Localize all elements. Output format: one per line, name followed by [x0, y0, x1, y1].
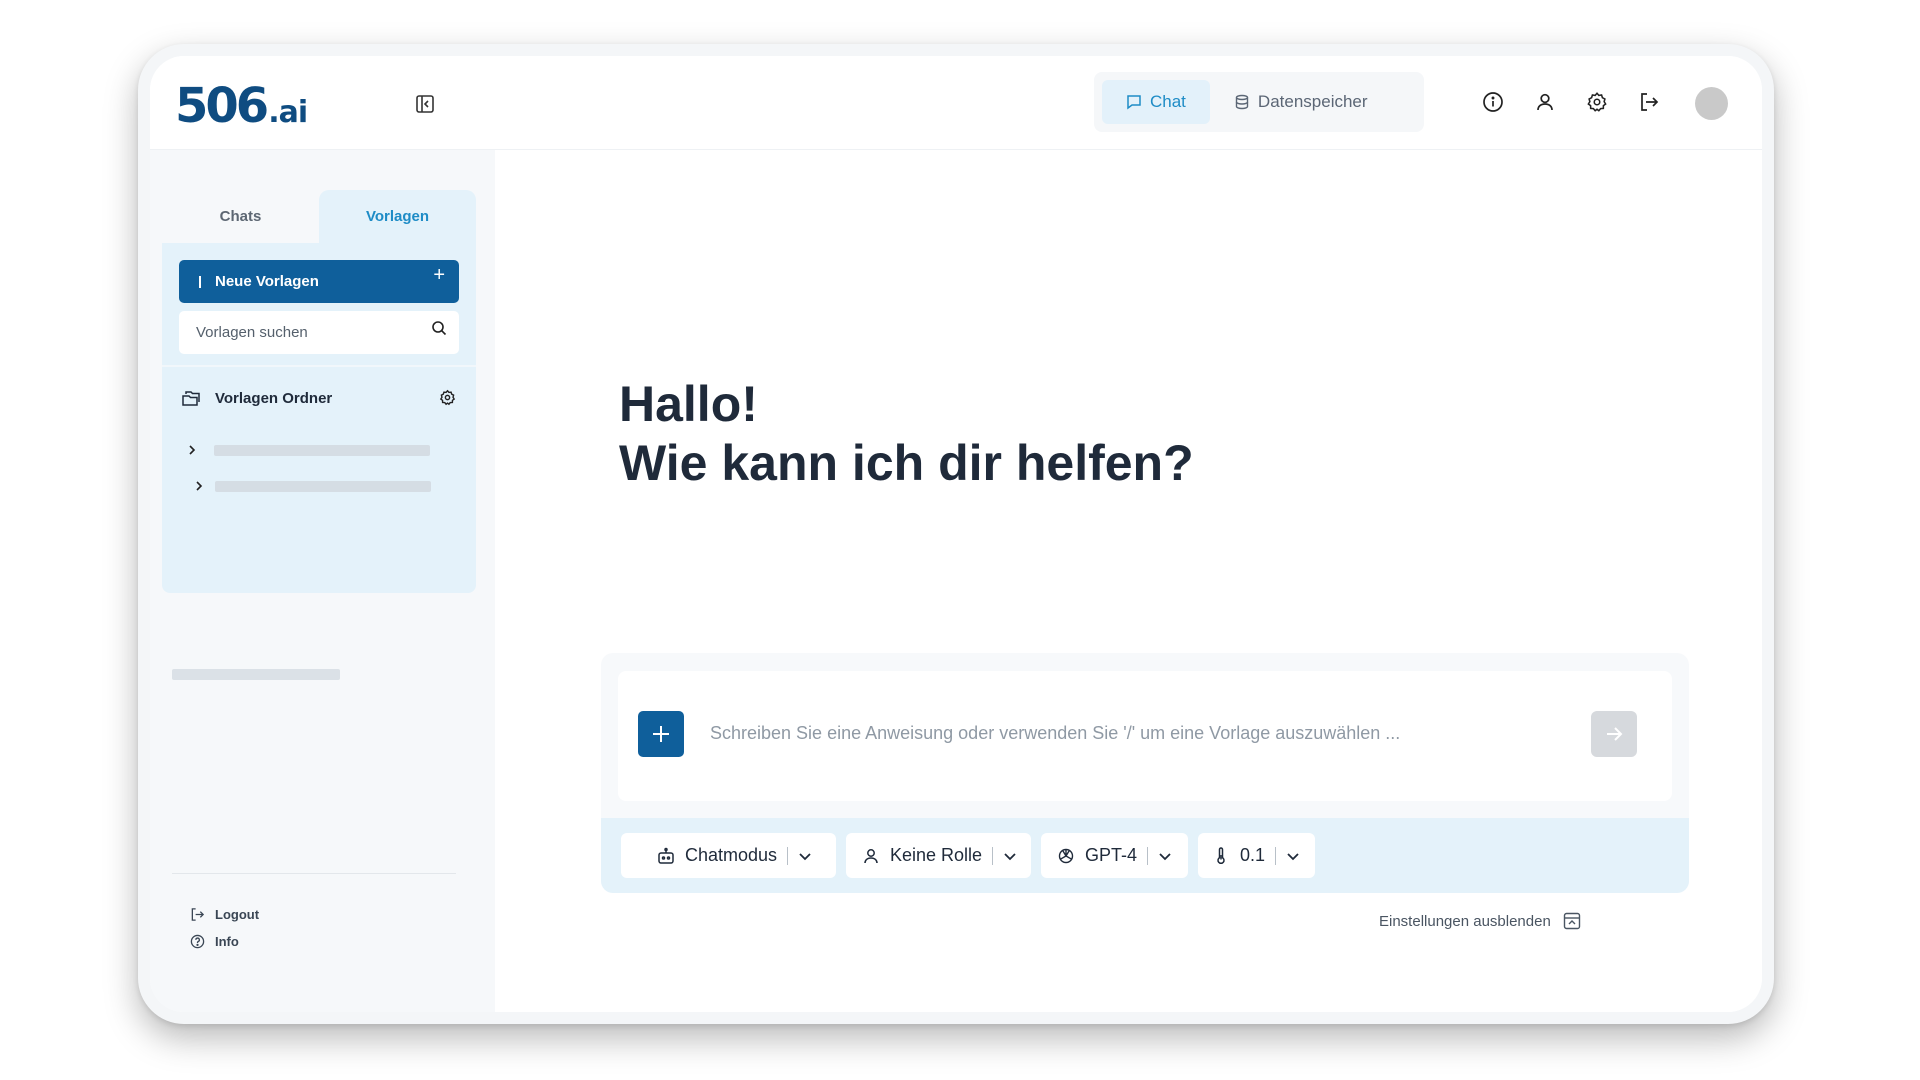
user-icon: [864, 848, 878, 863]
mode-value: Chatmodus: [685, 845, 778, 865]
folders-icon: [182, 390, 200, 406]
info-label: Info: [215, 933, 239, 949]
logout-label: Logout: [215, 906, 260, 922]
composer-input-area: [618, 671, 1672, 801]
folder-row[interactable]: [186, 443, 446, 457]
temperature-value: 0.1: [1240, 845, 1266, 865]
logo-suffix: .ai: [268, 95, 308, 130]
separator: [1147, 846, 1149, 865]
header-actions: [1482, 91, 1660, 113]
prompt-input[interactable]: [710, 723, 1590, 744]
info-icon[interactable]: [1482, 91, 1504, 113]
separator: [1275, 846, 1277, 865]
sidebar-info-link[interactable]: Info: [190, 932, 239, 950]
collapse-sidebar-icon[interactable]: [415, 94, 435, 114]
chevron-right-icon: [189, 445, 196, 455]
thermometer-icon: [1217, 846, 1225, 864]
separator: [787, 846, 789, 865]
panel-divider: [162, 365, 476, 367]
help-circle-icon: [190, 934, 205, 948]
new-template-label: Neue Vorlagen: [215, 273, 319, 290]
logout-icon: [191, 907, 205, 921]
tab-chat[interactable]: Chat: [1102, 80, 1210, 124]
tab-datenspeicher[interactable]: Datenspeicher: [1210, 80, 1392, 124]
model-select[interactable]: GPT-4: [1041, 833, 1188, 878]
hide-settings-label: Einstellungen ausblenden: [1379, 912, 1551, 930]
sidebar-logout-link[interactable]: Logout: [190, 905, 259, 923]
avatar[interactable]: [1695, 87, 1728, 120]
chevron-down-icon: [1287, 852, 1299, 860]
view-switcher: Chat Datenspeicher: [1094, 72, 1424, 132]
top-header: 506 .ai Chat Datenspeicher: [150, 56, 1762, 150]
separator: [992, 846, 994, 865]
robot-icon: [658, 847, 674, 864]
chevron-down-icon: [799, 852, 811, 860]
app-window: 506 .ai Chat Datenspeicher Chats Vorlage…: [138, 44, 1774, 1024]
tab-vorlagen[interactable]: Vorlagen: [319, 190, 476, 243]
chevron-down-icon: [1004, 852, 1016, 860]
role-value: Keine Rolle: [890, 845, 983, 865]
arrow-right-icon: [1607, 727, 1623, 741]
greeting: Hallo! Wie kann ich dir helfen?: [619, 375, 1194, 493]
sidebar: Chats Vorlagen Neue Vorlagen + Vorlagen …: [150, 150, 495, 1012]
sidebar-divider: [172, 873, 456, 874]
main-content: Hallo! Wie kann ich dir helfen? Schreibe…: [495, 150, 1762, 1012]
template-search[interactable]: [179, 311, 459, 354]
mode-select[interactable]: Chatmodus: [621, 833, 836, 878]
greeting-line-2: Wie kann ich dir helfen?: [619, 435, 1194, 491]
settings-toolbar: Chatmodus Keine Rolle GPT-4 0.1: [601, 818, 1689, 893]
tab-chats[interactable]: Chats: [162, 190, 319, 243]
send-button[interactable]: [1591, 711, 1637, 757]
composer: Chatmodus Keine Rolle: [601, 653, 1689, 893]
text-cursor-icon: [199, 275, 201, 288]
loading-placeholder: [215, 480, 431, 492]
gear-icon[interactable]: [439, 389, 456, 406]
folder-row[interactable]: [193, 479, 446, 493]
logo-main: 506: [175, 78, 269, 134]
template-search-input[interactable]: [196, 324, 416, 341]
loading-placeholder: [172, 669, 340, 680]
message-icon: [1127, 95, 1141, 110]
sidebar-tabs: Chats Vorlagen: [162, 190, 476, 243]
templates-panel: Neue Vorlagen + Vorlagen suchen Vorlagen…: [162, 243, 476, 593]
loading-placeholder: [214, 444, 430, 456]
greeting-line-1: Hallo!: [619, 376, 758, 432]
role-select[interactable]: Keine Rolle: [846, 833, 1031, 878]
search-icon[interactable]: [431, 320, 447, 336]
temperature-select[interactable]: 0.1: [1198, 833, 1315, 878]
logo: 506 .ai: [175, 78, 308, 134]
hide-settings-button[interactable]: Einstellungen ausblenden: [1379, 910, 1581, 932]
logout-icon[interactable]: [1638, 91, 1660, 113]
add-attachment-button[interactable]: [638, 711, 684, 757]
folder-title: Vorlagen Ordner: [215, 389, 333, 407]
chevron-down-icon: [1159, 852, 1171, 860]
tab-datenspeicher-label: Datenspeicher: [1257, 92, 1368, 111]
user-icon[interactable]: [1534, 91, 1556, 113]
model-value: GPT-4: [1085, 845, 1138, 865]
chevron-right-icon: [196, 481, 203, 491]
database-icon: [1235, 94, 1249, 110]
gear-icon[interactable]: [1586, 91, 1608, 113]
new-template-button[interactable]: Neue Vorlagen +: [179, 260, 459, 303]
collapse-panel-icon: [1563, 912, 1581, 930]
tab-chat-label: Chat: [1150, 92, 1186, 111]
app-inner: 506 .ai Chat Datenspeicher Chats Vorlage…: [150, 56, 1762, 1012]
openai-icon: [1058, 848, 1074, 863]
plus-icon: +: [433, 264, 445, 286]
plus-icon: [653, 726, 669, 742]
folder-header: Vorlagen Ordner: [182, 386, 456, 410]
